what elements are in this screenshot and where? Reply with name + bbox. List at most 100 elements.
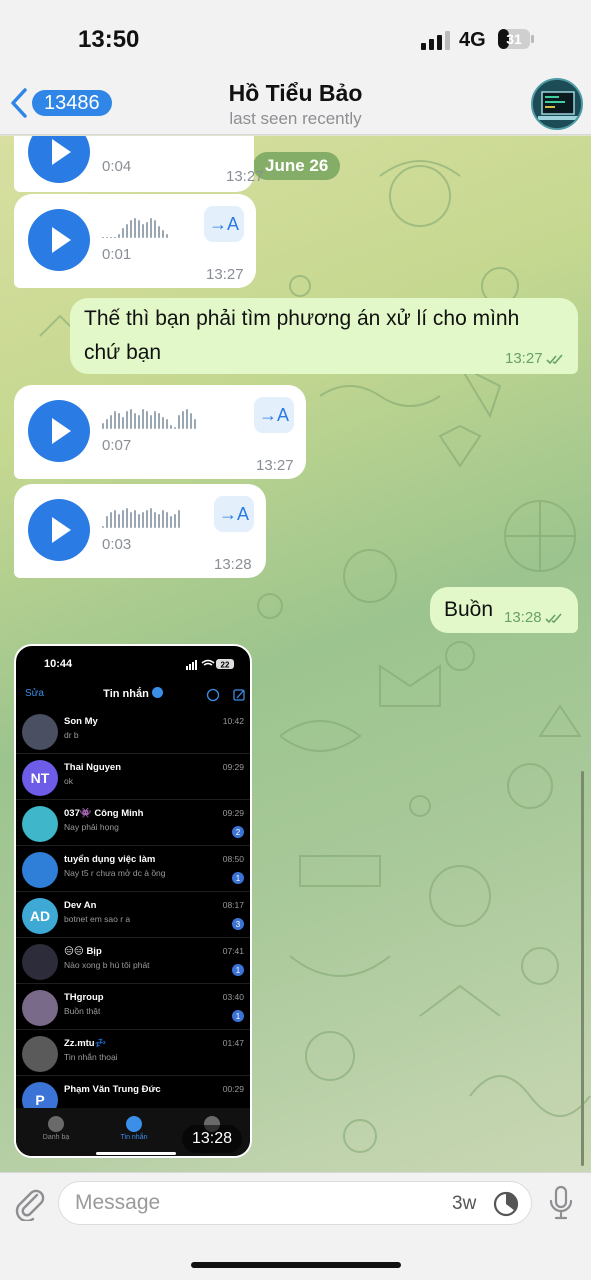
play-button[interactable] bbox=[28, 209, 90, 271]
waveform-bar bbox=[142, 409, 144, 429]
waveform-bar bbox=[114, 510, 116, 528]
waveform bbox=[102, 506, 180, 528]
waveform-bar bbox=[174, 427, 176, 429]
waveform-bar bbox=[154, 220, 156, 238]
chat-title[interactable]: Hồ Tiểu Bảo bbox=[0, 80, 591, 107]
image-message-time: 13:28 bbox=[182, 1125, 243, 1153]
waveform bbox=[102, 407, 196, 429]
message-input[interactable] bbox=[75, 1190, 435, 1216]
waveform-bar bbox=[162, 510, 164, 528]
waveform-bar bbox=[106, 237, 108, 238]
waveform-bar bbox=[154, 411, 156, 429]
waveform-bar bbox=[150, 218, 152, 238]
transcribe-button[interactable]: →A bbox=[214, 496, 254, 532]
waveform-bar bbox=[122, 417, 124, 429]
image-message[interactable]: 10:44 22 Sửa Tin nhắn Son My dr b 10:42 NT T… bbox=[14, 644, 252, 1158]
image-chat-preview: Tin nhắn thoại bbox=[64, 1052, 118, 1062]
waveform-bar bbox=[126, 411, 128, 429]
status-bar: 13:50 4G 31 bbox=[0, 0, 591, 80]
message-time: 13:27 bbox=[226, 168, 264, 185]
signal-icon bbox=[421, 31, 450, 50]
message-text: Buồn bbox=[444, 598, 494, 621]
timer-icon[interactable] bbox=[493, 1191, 519, 1217]
microphone-icon[interactable] bbox=[548, 1185, 574, 1221]
waveform-bar bbox=[130, 409, 132, 429]
voice-message[interactable]: 0:03 →A 13:28 bbox=[14, 484, 266, 578]
image-chat-preview: Buồn thật bbox=[64, 1006, 101, 1016]
image-chat-row: Zz.mtu💤 Tin nhắn thoại 01:47 bbox=[16, 1030, 250, 1076]
message-text-line-1: Thế thì bạn phải tìm phương án xử lí cho… bbox=[84, 307, 520, 330]
waveform-bar bbox=[138, 514, 140, 528]
play-button[interactable] bbox=[28, 136, 90, 183]
image-chat-avatar: NT bbox=[22, 760, 58, 796]
image-chat-name: 😑😑 Bịp bbox=[64, 946, 102, 957]
auto-delete-timer-label[interactable]: 3w bbox=[452, 1193, 476, 1215]
message-time: 13:27 bbox=[256, 457, 294, 474]
image-chat-time: 10:42 bbox=[222, 716, 244, 726]
paperclip-icon[interactable] bbox=[12, 1185, 46, 1221]
waveform-bar bbox=[162, 417, 164, 429]
image-chat-row: NT Thai Nguyen ok 09:29 bbox=[16, 754, 250, 800]
image-chat-time: 00:29 bbox=[222, 1084, 244, 1094]
play-button[interactable] bbox=[28, 499, 90, 561]
image-chat-row: THgroup Buồn thật 03:40 1 bbox=[16, 984, 250, 1030]
image-chat-preview: Nay phải họng bbox=[64, 822, 119, 832]
waveform-bar bbox=[158, 413, 160, 429]
waveform-bar bbox=[178, 510, 180, 528]
image-home-indicator bbox=[96, 1152, 176, 1155]
waveform-bar bbox=[110, 415, 112, 429]
message-field[interactable]: 3w bbox=[58, 1181, 532, 1225]
waveform-bar bbox=[146, 411, 148, 429]
voice-message[interactable]: 0:07 →A 13:27 bbox=[14, 385, 306, 479]
contact-avatar[interactable] bbox=[531, 78, 583, 130]
voice-message[interactable]: 0:04 13:27 bbox=[14, 136, 264, 192]
image-nav-icons bbox=[206, 688, 245, 702]
outgoing-message[interactable]: Thế thì bạn phải tìm phương án xử lí cho… bbox=[70, 298, 578, 374]
waveform-bar bbox=[174, 514, 176, 528]
image-chat-row: 037👾 Công Minh Nay phải họng 09:29 2 bbox=[16, 800, 250, 846]
voice-message[interactable]: 0:01 →A 13:27 bbox=[14, 194, 256, 288]
message-time: 13:27 bbox=[505, 350, 543, 367]
waveform-bar bbox=[170, 425, 172, 429]
battery-level: 31 bbox=[506, 31, 522, 47]
waveform-bar bbox=[138, 220, 140, 238]
image-chat-row: Son My dr b 10:42 bbox=[16, 708, 250, 754]
image-chat-name: THgroup bbox=[64, 992, 104, 1003]
chat-scrollbar[interactable] bbox=[581, 771, 584, 1166]
waveform-bar bbox=[122, 510, 124, 528]
image-chat-avatar bbox=[22, 944, 58, 980]
outgoing-message[interactable]: Buồn 13:28 bbox=[430, 587, 578, 633]
waveform-bar bbox=[122, 228, 124, 238]
play-icon bbox=[52, 139, 71, 165]
transcribe-button[interactable]: →A bbox=[204, 206, 244, 242]
image-chat-preview: Nay t5 r chưa mở dc à ồng bbox=[64, 868, 166, 878]
waveform-bar bbox=[150, 415, 152, 429]
transcribe-button[interactable]: →A bbox=[254, 397, 294, 433]
chat-icon bbox=[126, 1116, 142, 1132]
message-time: 13:28 bbox=[504, 609, 542, 626]
image-chat-avatar bbox=[22, 806, 58, 842]
network-label: 4G bbox=[459, 29, 486, 51]
status-time: 13:50 bbox=[78, 26, 140, 53]
waveform-bar bbox=[190, 413, 192, 429]
voice-duration: 0:01 bbox=[102, 246, 132, 263]
play-button[interactable] bbox=[28, 400, 90, 462]
waveform-bar bbox=[134, 218, 136, 238]
read-checkmarks-icon bbox=[544, 613, 562, 623]
image-chat-name: 037👾 Công Minh bbox=[64, 808, 144, 819]
battery-icon: 31 bbox=[498, 29, 534, 49]
image-unread-badge: 2 bbox=[232, 826, 244, 838]
voice-duration: 0:03 bbox=[102, 536, 132, 553]
waveform-bar bbox=[134, 510, 136, 528]
verified-icon bbox=[151, 687, 163, 698]
contacts-icon bbox=[48, 1116, 64, 1132]
waveform-bar bbox=[126, 224, 128, 238]
chat-header: 13486 Hồ Tiểu Bảo last seen recently bbox=[0, 78, 591, 135]
image-status-bar: 10:44 22 bbox=[16, 646, 250, 682]
image-chat-time: 08:50 bbox=[222, 854, 244, 864]
read-checkmarks-icon bbox=[545, 354, 563, 364]
image-chat-preview: Nào xong b hú tôi phát bbox=[64, 960, 150, 970]
waveform-bar bbox=[102, 423, 104, 429]
message-time: 13:27 bbox=[206, 266, 244, 283]
image-chat-row: tuyển dụng việc làm Nay t5 r chưa mở dc à… bbox=[16, 846, 250, 892]
